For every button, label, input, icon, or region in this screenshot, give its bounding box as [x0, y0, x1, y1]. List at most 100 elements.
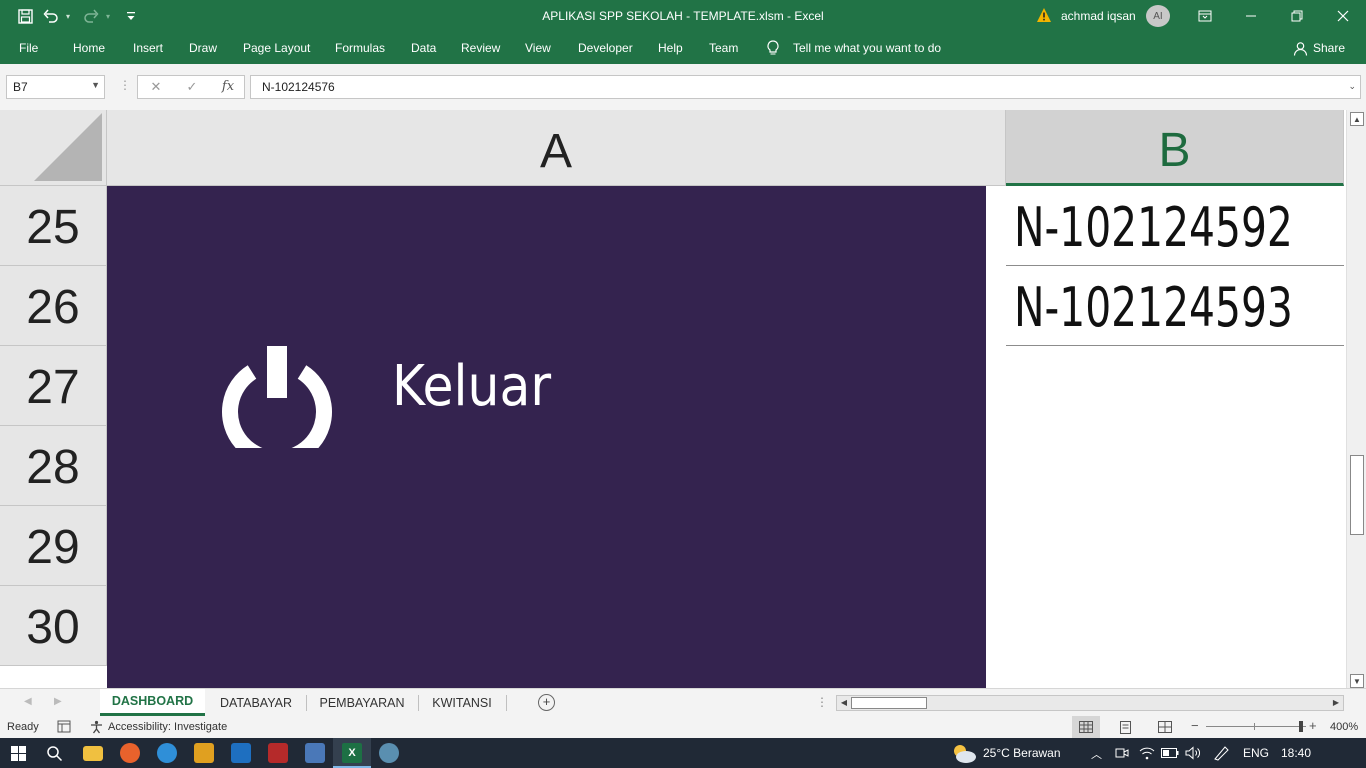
- name-box-value: B7: [13, 80, 28, 94]
- paint-icon[interactable]: [379, 743, 399, 763]
- formula-input[interactable]: N-102124576 ⌄: [250, 75, 1361, 99]
- photos-icon[interactable]: [231, 743, 251, 763]
- sheet-tab-pembayaran[interactable]: PEMBAYARAN: [308, 689, 416, 716]
- zoom-in-icon[interactable]: +: [1309, 718, 1317, 733]
- column-header-b[interactable]: B: [1006, 110, 1344, 186]
- horizontal-scrollbar[interactable]: ◀ ▶: [836, 695, 1344, 711]
- clock[interactable]: 18:40: [1281, 746, 1311, 760]
- tab-review[interactable]: Review: [461, 41, 500, 55]
- page-layout-view-icon[interactable]: [1119, 721, 1132, 734]
- redo-button[interactable]: [80, 6, 102, 26]
- tab-view[interactable]: View: [525, 41, 551, 55]
- warning-icon[interactable]: [1036, 7, 1052, 23]
- tab-developer[interactable]: Developer: [578, 41, 633, 55]
- accessibility-status[interactable]: Accessibility: Investigate: [108, 721, 227, 733]
- volume-icon[interactable]: [1185, 746, 1201, 760]
- close-button[interactable]: [1320, 0, 1366, 32]
- tell-me-search[interactable]: Tell me what you want to do: [793, 41, 941, 55]
- row-header-27[interactable]: 27: [0, 346, 107, 426]
- cell-b26[interactable]: N-102124593: [1006, 266, 1344, 346]
- customize-qat-button[interactable]: [120, 6, 142, 26]
- sheet-tab-dashboard[interactable]: DASHBOARD: [100, 689, 205, 716]
- tab-file[interactable]: File: [19, 41, 38, 55]
- zoom-out-icon[interactable]: −: [1191, 718, 1199, 733]
- insert-function-button[interactable]: fx: [218, 79, 238, 94]
- user-name[interactable]: achmad iqsan: [1061, 9, 1136, 23]
- scroll-right-icon[interactable]: ▶: [1330, 697, 1342, 709]
- keluar-button[interactable]: Keluar: [207, 336, 551, 456]
- tab-insert[interactable]: Insert: [133, 41, 163, 55]
- minimize-button[interactable]: [1228, 0, 1274, 32]
- ribbon-display-options-button[interactable]: [1182, 0, 1228, 32]
- expand-formula-bar-icon[interactable]: ⌄: [1348, 81, 1356, 92]
- macro-record-icon[interactable]: [57, 720, 71, 733]
- tab-splitter[interactable]: ⋮: [816, 695, 828, 709]
- tab-page-layout[interactable]: Page Layout: [243, 41, 310, 55]
- row-header-29[interactable]: 29: [0, 506, 107, 586]
- column-header-a[interactable]: A: [107, 110, 1006, 186]
- tab-help[interactable]: Help: [658, 41, 683, 55]
- scroll-up-icon[interactable]: ▲: [1350, 112, 1364, 126]
- meet-now-icon[interactable]: [1115, 746, 1129, 760]
- avatar[interactable]: AI: [1146, 5, 1170, 27]
- zoom-level[interactable]: 400%: [1330, 721, 1358, 733]
- row-header-30[interactable]: 30: [0, 586, 107, 666]
- vertical-scroll-thumb[interactable]: [1350, 455, 1364, 535]
- next-sheet-icon[interactable]: ▶: [54, 696, 62, 707]
- name-box[interactable]: B7 ▼: [6, 75, 105, 99]
- row-header-26[interactable]: 26: [0, 266, 107, 346]
- sheet-tab-databayar[interactable]: DATABAYAR: [207, 689, 305, 716]
- tab-data[interactable]: Data: [411, 41, 436, 55]
- wifi-icon[interactable]: [1139, 746, 1155, 760]
- formula-bar-splitter[interactable]: ⋮: [119, 78, 131, 92]
- edge-icon[interactable]: [157, 743, 177, 763]
- file-app-icon[interactable]: [305, 743, 325, 763]
- cancel-icon[interactable]: ✕: [146, 79, 166, 95]
- add-sheet-icon[interactable]: +: [538, 694, 555, 711]
- horizontal-scroll-thumb[interactable]: [851, 697, 927, 709]
- row-header-25[interactable]: 25: [0, 186, 107, 266]
- scroll-down-icon[interactable]: ▼: [1350, 674, 1364, 688]
- vertical-scrollbar[interactable]: ▲ ▼: [1346, 110, 1366, 688]
- search-icon[interactable]: [46, 745, 63, 762]
- worksheet[interactable]: A B 25 26 27 28 29 30 Keluar N-102124592…: [0, 110, 1366, 688]
- excel-taskbar-button[interactable]: X: [333, 738, 371, 768]
- redo-dropdown-icon[interactable]: ▾: [106, 12, 116, 21]
- row-header-28[interactable]: 28: [0, 426, 107, 506]
- language-indicator[interactable]: ENG: [1243, 746, 1269, 760]
- weather-text[interactable]: 25°C Berawan: [983, 746, 1061, 760]
- zoom-slider-thumb[interactable]: [1299, 721, 1303, 732]
- tab-formulas[interactable]: Formulas: [335, 41, 385, 55]
- zoom-slider[interactable]: [1206, 726, 1306, 727]
- tab-home[interactable]: Home: [73, 41, 105, 55]
- sheet-tab-kwitansi[interactable]: KWITANSI: [420, 689, 504, 716]
- show-hidden-icons-icon[interactable]: ︿: [1091, 746, 1102, 762]
- enter-icon[interactable]: ✓: [182, 79, 202, 95]
- normal-view-button[interactable]: [1072, 716, 1100, 738]
- windows-start-icon[interactable]: [11, 746, 26, 761]
- undo-dropdown-icon[interactable]: ▾: [66, 12, 76, 21]
- page-break-view-icon[interactable]: [1158, 721, 1172, 733]
- title-bar: ▾ ▾ APLIKASI SPP SEKOLAH - TEMPLATE.xlsm…: [0, 0, 1366, 32]
- prev-sheet-icon[interactable]: ◀: [24, 696, 32, 707]
- share-button[interactable]: Share: [1313, 41, 1345, 55]
- firefox-icon[interactable]: [120, 743, 140, 763]
- name-box-dropdown-icon[interactable]: ▼: [91, 80, 100, 90]
- file-explorer-icon[interactable]: [83, 746, 103, 761]
- tab-team[interactable]: Team: [709, 41, 738, 55]
- undo-button[interactable]: [40, 6, 62, 26]
- access-icon[interactable]: [268, 743, 288, 763]
- app-z-icon[interactable]: [194, 743, 214, 763]
- tab-divider: [306, 695, 307, 711]
- tab-draw[interactable]: Draw: [189, 41, 217, 55]
- restore-button[interactable]: [1274, 0, 1320, 32]
- scroll-left-icon[interactable]: ◀: [838, 697, 850, 709]
- pen-icon[interactable]: [1213, 745, 1231, 761]
- dashboard-panel: Keluar: [107, 186, 986, 688]
- save-button[interactable]: [14, 6, 36, 26]
- cell-b25[interactable]: N-102124592: [1006, 186, 1344, 266]
- battery-icon[interactable]: [1161, 747, 1179, 759]
- weather-cloudy-icon[interactable]: [951, 742, 977, 764]
- cell-b26-value: N-102124593: [1014, 276, 1293, 339]
- select-all-button[interactable]: [0, 110, 107, 186]
